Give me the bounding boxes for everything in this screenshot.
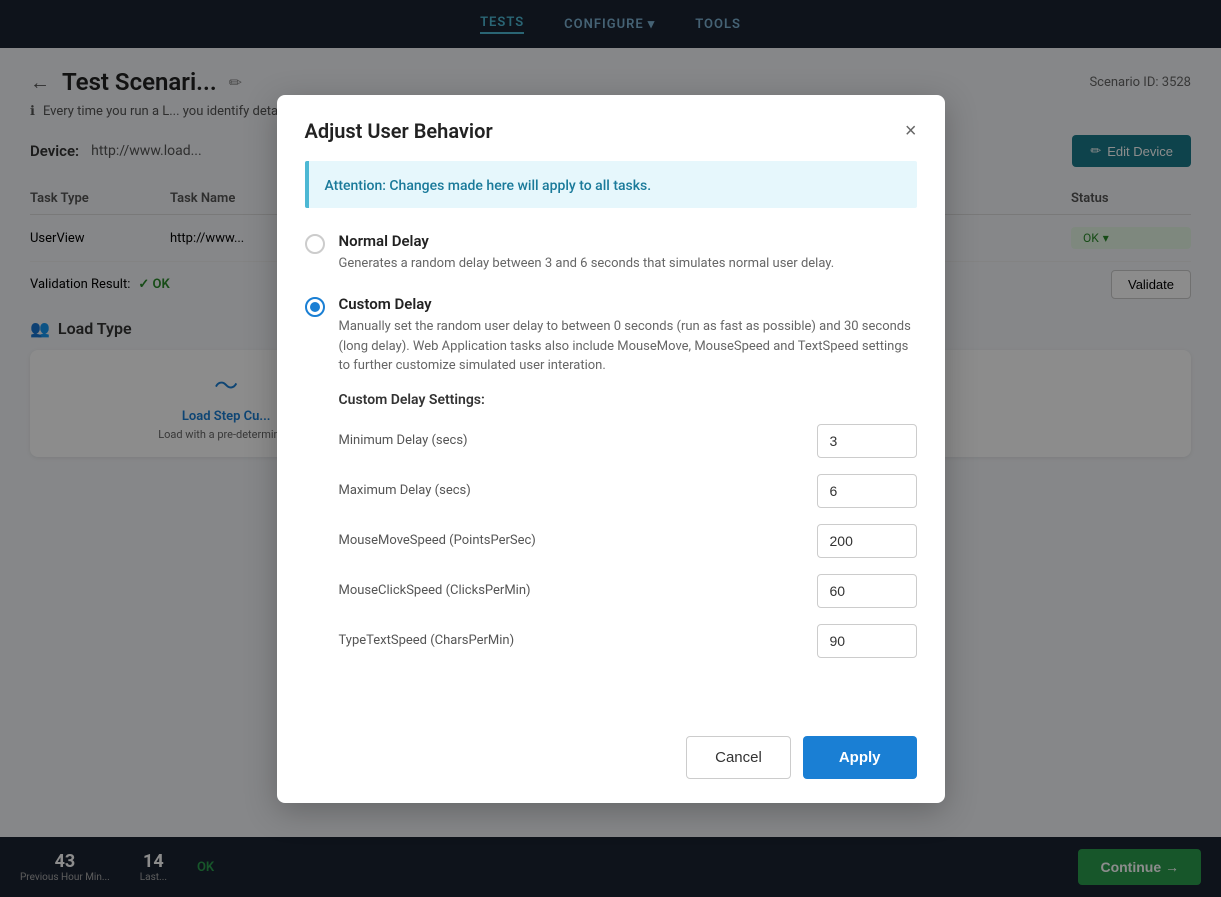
modal-footer: Cancel Apply [277, 720, 945, 803]
normal-delay-radio[interactable] [305, 234, 325, 254]
attention-box: Attention: Changes made here will apply … [305, 161, 917, 208]
custom-delay-settings: Custom Delay Settings: Minimum Delay (se… [339, 392, 917, 658]
normal-delay-title: Normal Delay [339, 232, 835, 250]
mouse-move-label: MouseMoveSpeed (PointsPerSec) [339, 533, 817, 548]
apply-button[interactable]: Apply [803, 736, 917, 779]
custom-delay-radio[interactable] [305, 297, 325, 317]
modal-title: Adjust User Behavior [305, 119, 493, 143]
attention-text: Attention: Changes made here will apply … [325, 178, 652, 194]
normal-delay-desc: Generates a random delay between 3 and 6… [339, 254, 835, 274]
mouse-click-label: MouseClickSpeed (ClicksPerMin) [339, 583, 817, 598]
min-delay-input[interactable] [817, 424, 917, 458]
max-delay-input[interactable] [817, 474, 917, 508]
modal-header: Adjust User Behavior × [277, 95, 945, 161]
field-row-2: MouseMoveSpeed (PointsPerSec) [339, 524, 917, 558]
field-row-3: MouseClickSpeed (ClicksPerMin) [339, 574, 917, 608]
modal-overlay: Adjust User Behavior × Attention: Change… [0, 0, 1221, 897]
modal-close-button[interactable]: × [905, 121, 917, 141]
custom-delay-title: Custom Delay [339, 295, 917, 313]
normal-delay-option[interactable]: Normal Delay Generates a random delay be… [305, 232, 917, 274]
field-row-0: Minimum Delay (secs) [339, 424, 917, 458]
type-text-input[interactable] [817, 624, 917, 658]
type-text-label: TypeTextSpeed (CharsPerMin) [339, 633, 817, 648]
modal-body: Attention: Changes made here will apply … [277, 161, 945, 720]
custom-delay-settings-title: Custom Delay Settings: [339, 392, 917, 408]
max-delay-label: Maximum Delay (secs) [339, 483, 817, 498]
mouse-click-input[interactable] [817, 574, 917, 608]
cancel-button[interactable]: Cancel [686, 736, 791, 779]
mouse-move-input[interactable] [817, 524, 917, 558]
custom-delay-desc: Manually set the random user delay to be… [339, 317, 917, 376]
custom-delay-option[interactable]: Custom Delay Manually set the random use… [305, 295, 917, 674]
min-delay-label: Minimum Delay (secs) [339, 433, 817, 448]
field-row-1: Maximum Delay (secs) [339, 474, 917, 508]
modal-dialog: Adjust User Behavior × Attention: Change… [277, 95, 945, 803]
field-row-4: TypeTextSpeed (CharsPerMin) [339, 624, 917, 658]
